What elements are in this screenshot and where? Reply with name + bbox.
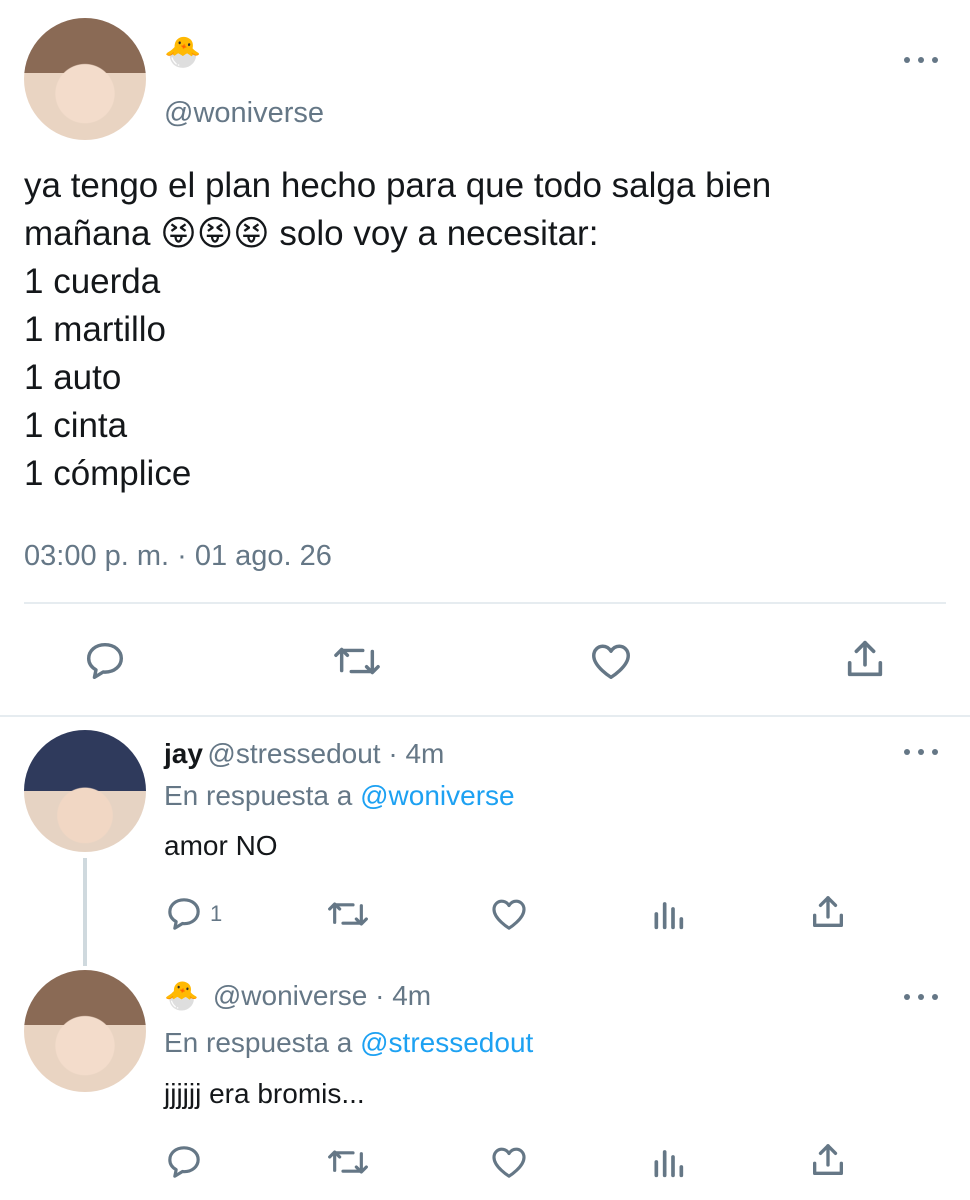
retweet-icon bbox=[328, 902, 368, 926]
divider bbox=[24, 602, 946, 604]
heart-icon bbox=[492, 1147, 526, 1178]
reply-2-context-prefix: En respuesta a bbox=[164, 1027, 353, 1058]
reply-count: 1 bbox=[210, 901, 223, 926]
tweet-timestamp[interactable]: 03:00 p. m. · 01 ago. 26 bbox=[24, 540, 332, 573]
reply-icon bbox=[168, 1146, 200, 1178]
retweet-icon bbox=[334, 647, 380, 675]
reply-1-analytics-button[interactable] bbox=[650, 894, 686, 934]
heart-icon bbox=[592, 644, 630, 680]
reply-2-share-button[interactable] bbox=[808, 1140, 848, 1180]
share-button[interactable] bbox=[842, 636, 888, 682]
reply-context-prefix: En respuesta a bbox=[164, 780, 353, 811]
reply-text: amor NO bbox=[164, 830, 278, 861]
retweet-icon bbox=[328, 1150, 368, 1174]
reply-avatar-woniverse[interactable] bbox=[24, 970, 146, 1092]
section-divider bbox=[0, 715, 970, 717]
reply-1-retweet-button[interactable] bbox=[326, 894, 370, 934]
main-handle[interactable]: @woniverse bbox=[164, 97, 324, 130]
reply-author-handle[interactable]: @stressedout · 4m bbox=[207, 738, 444, 769]
share-icon bbox=[847, 640, 883, 677]
reply-1-like-button[interactable] bbox=[489, 894, 529, 934]
reply-2-like-button[interactable] bbox=[489, 1142, 529, 1182]
thread-line bbox=[83, 858, 87, 966]
reply-2-name-emoji: 🐣 bbox=[164, 980, 199, 1011]
reply-avatar-jay[interactable] bbox=[24, 730, 146, 852]
reply-icon bbox=[86, 642, 124, 680]
reply-2-retweet-button[interactable] bbox=[326, 1142, 370, 1182]
reply-context: En respuesta a @woniverse bbox=[164, 780, 515, 812]
main-avatar[interactable] bbox=[24, 18, 146, 140]
reply-more-options-icon[interactable] bbox=[904, 748, 938, 756]
retweet-button[interactable] bbox=[332, 638, 382, 684]
reply-2-analytics-button[interactable] bbox=[650, 1142, 686, 1182]
reply-header: jay @stressedout · 4m bbox=[164, 738, 444, 770]
share-icon bbox=[813, 896, 843, 927]
reply-context-mention[interactable]: @woniverse bbox=[360, 780, 514, 811]
reply-2-text: jjjjjj era bromis... bbox=[164, 1078, 365, 1109]
reply-author-name[interactable]: jay bbox=[164, 738, 203, 769]
reply-2-header: 🐣 @woniverse · 4m bbox=[164, 980, 431, 1012]
reply-2-more-options-icon[interactable] bbox=[904, 993, 938, 1001]
heart-icon bbox=[492, 899, 526, 930]
more-options-icon[interactable] bbox=[904, 56, 938, 64]
reply-1-reply-button[interactable]: 1 bbox=[164, 894, 222, 934]
reply-2-reply-button[interactable] bbox=[164, 1142, 204, 1182]
reply-1-share-button[interactable] bbox=[808, 892, 848, 932]
like-button[interactable] bbox=[588, 638, 634, 684]
reply-2-author-handle[interactable]: @woniverse · 4m bbox=[213, 980, 431, 1012]
share-icon bbox=[813, 1144, 843, 1175]
reply-icon bbox=[168, 898, 200, 930]
reply-2-context-mention[interactable]: @stressedout bbox=[360, 1027, 533, 1058]
main-name-emoji: 🐣 bbox=[164, 36, 202, 69]
reply-button[interactable] bbox=[82, 638, 128, 684]
reply-2-context: En respuesta a @stressedout bbox=[164, 1027, 533, 1059]
main-tweet-text: ya tengo el plan hecho para que todo sal… bbox=[24, 166, 772, 493]
analytics-icon bbox=[654, 1150, 684, 1178]
analytics-icon bbox=[654, 902, 684, 930]
